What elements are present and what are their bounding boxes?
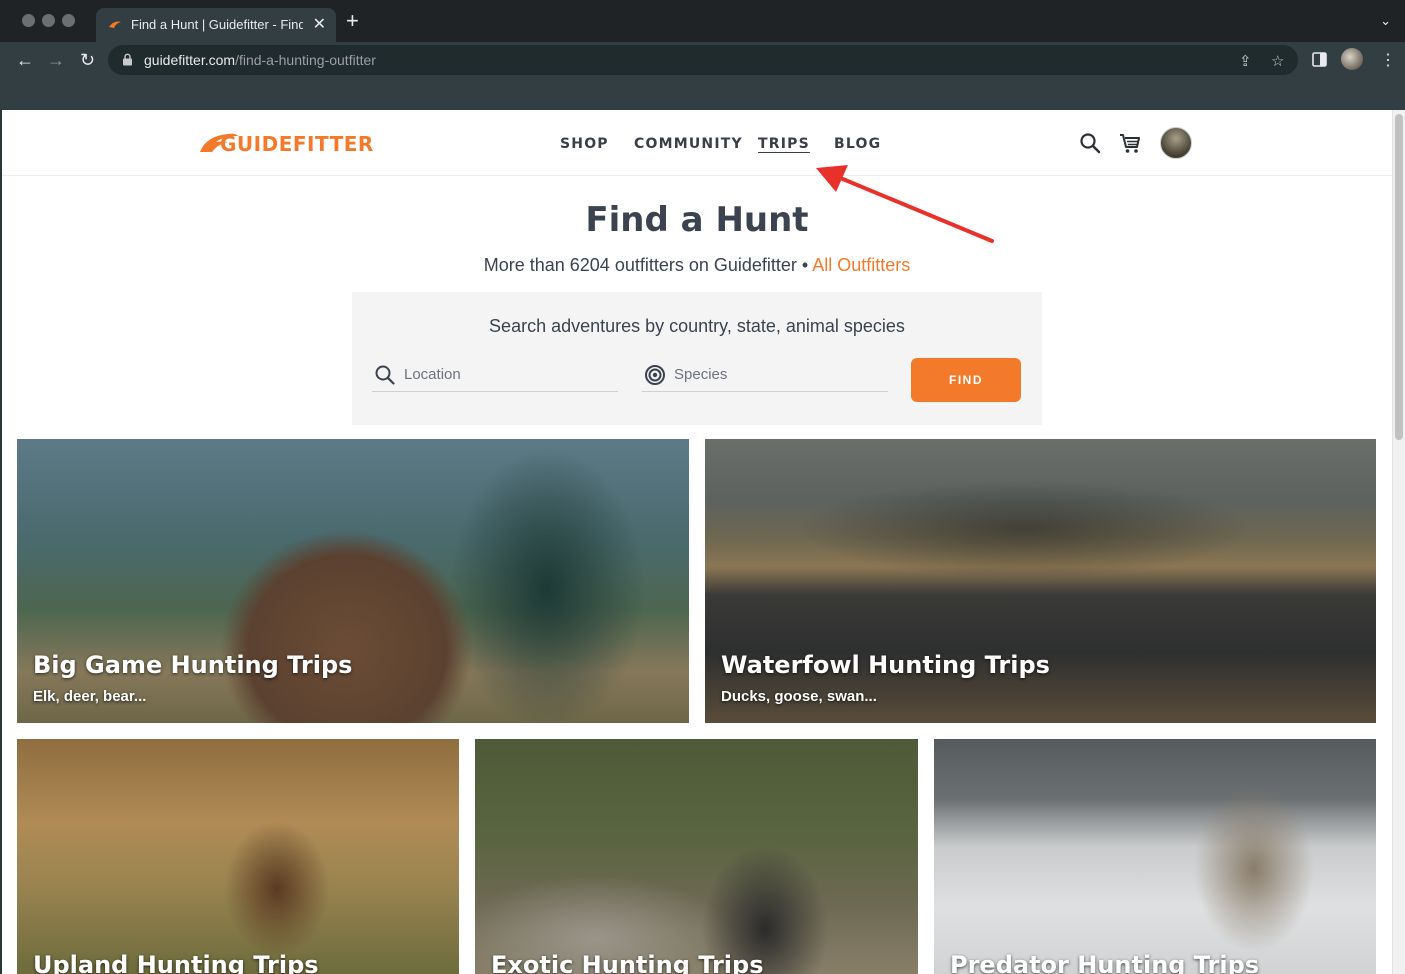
tab-search-chevron-icon[interactable]: ⌄ <box>1380 13 1391 29</box>
card-title: Upland Hunting Trips <box>33 951 319 974</box>
page-title: Find a Hunt <box>585 200 809 240</box>
user-avatar[interactable] <box>1160 127 1192 159</box>
window-close-dot[interactable] <box>22 14 35 27</box>
big-game-card[interactable]: Big Game Hunting Trips Elk, deer, bear..… <box>17 439 689 723</box>
site-header: GUIDEFITTER SHOP COMMUNITY TRIPS BLOG <box>2 110 1392 176</box>
nav-trips[interactable]: TRIPS <box>758 136 810 152</box>
nav-community[interactable]: COMMUNITY <box>634 136 743 152</box>
upland-card[interactable]: Upland Hunting Trips <box>17 739 459 974</box>
back-button[interactable]: ← <box>16 50 34 70</box>
address-bar[interactable]: guidefitter.com/find-a-hunting-outfitter… <box>108 45 1298 75</box>
search-heading: Search adventures by country, state, ani… <box>489 316 905 336</box>
forward-button[interactable]: → <box>47 50 65 70</box>
all-outfitters-link[interactable]: All Outfitters <box>812 255 910 275</box>
nav-shop[interactable]: SHOP <box>560 136 609 152</box>
search-panel: Search adventures by country, state, ani… <box>352 292 1042 425</box>
guidefitter-logo[interactable]: GUIDEFITTER <box>198 126 373 160</box>
side-panel-icon[interactable] <box>1312 52 1327 67</box>
card-title: Exotic Hunting Trips <box>491 951 764 974</box>
search-icon[interactable] <box>1079 132 1101 154</box>
tab-close-icon[interactable]: ✕ <box>313 14 326 34</box>
page-viewport: GUIDEFITTER SHOP COMMUNITY TRIPS BLOG Fi… <box>2 110 1392 974</box>
bookmark-star-icon[interactable]: ☆ <box>1271 52 1284 70</box>
logo-text: GUIDEFITTER <box>220 132 374 156</box>
window-zoom-dot[interactable] <box>62 14 75 27</box>
species-placeholder: Species <box>674 366 728 383</box>
url-text[interactable]: guidefitter.com/find-a-hunting-outfitter <box>144 52 376 68</box>
browser-profile-avatar[interactable] <box>1341 48 1363 70</box>
guidefitter-favicon-icon <box>109 21 121 28</box>
outfitter-count-text: More than 6204 outfitters on Guidefitter… <box>2 255 1392 276</box>
window-minimize-dot[interactable] <box>42 14 55 27</box>
page-scrollbar[interactable] <box>1392 110 1405 974</box>
exotic-card[interactable]: Exotic Hunting Trips <box>475 739 918 974</box>
waterfowl-card[interactable]: Waterfowl Hunting Trips Ducks, goose, sw… <box>705 439 1376 723</box>
location-placeholder: Location <box>404 366 461 383</box>
find-button[interactable]: FIND <box>911 358 1021 402</box>
card-title: Predator Hunting Trips <box>950 951 1260 974</box>
tab-title: Find a Hunt | Guidefitter - Find <box>131 17 303 32</box>
card-subtitle: Elk, deer, bear... <box>33 688 147 705</box>
scrollbar-thumb[interactable] <box>1395 114 1403 440</box>
target-icon <box>645 365 665 385</box>
browser-menu-icon[interactable]: ⋮ <box>1380 50 1396 70</box>
card-title: Big Game Hunting Trips <box>33 651 353 679</box>
location-input[interactable]: Location <box>372 362 618 392</box>
predator-card[interactable]: Predator Hunting Trips <box>934 739 1376 974</box>
location-search-icon <box>375 365 395 385</box>
reload-button[interactable]: ↻ <box>80 50 95 70</box>
bookmarks-strip <box>0 78 1405 110</box>
card-subtitle: Ducks, goose, swan... <box>721 688 877 705</box>
card-title: Waterfowl Hunting Trips <box>721 651 1050 679</box>
lock-icon <box>123 53 132 66</box>
new-tab-button[interactable]: + <box>346 10 359 32</box>
cart-icon[interactable] <box>1119 132 1141 154</box>
species-input[interactable]: Species <box>642 362 888 392</box>
share-icon[interactable]: ⇪ <box>1239 52 1252 70</box>
browser-tab-bar: Find a Hunt | Guidefitter - Find ✕ + ⌄ <box>0 0 1405 42</box>
browser-toolbar: ← → ↻ guidefitter.com/find-a-hunting-out… <box>0 42 1405 78</box>
nav-blog[interactable]: BLOG <box>834 136 881 152</box>
browser-tab-active[interactable]: Find a Hunt | Guidefitter - Find ✕ <box>96 8 336 42</box>
outfitter-count: More than 6204 outfitters on Guidefitter… <box>483 255 809 275</box>
